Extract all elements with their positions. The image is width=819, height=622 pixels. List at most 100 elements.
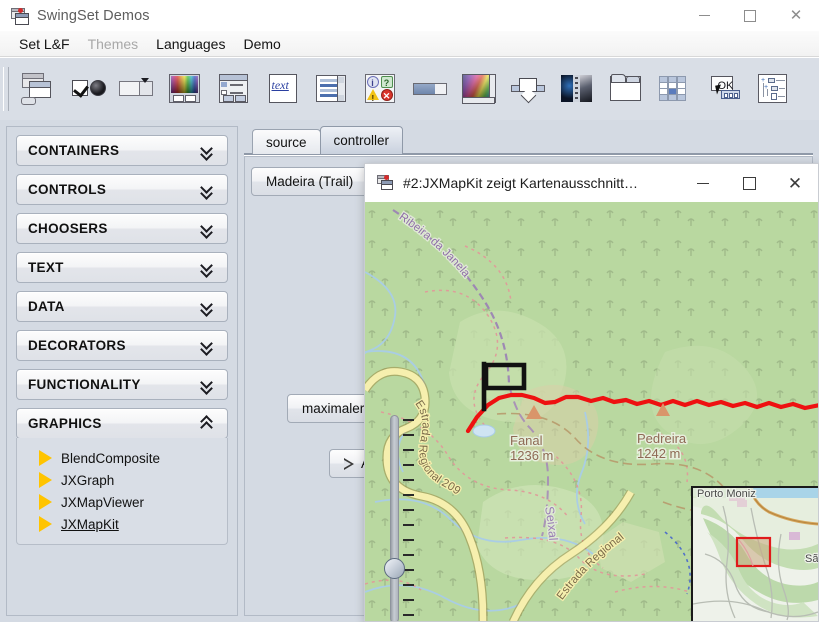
play-triangle-icon [344,457,354,470]
child-maximize-button[interactable] [726,164,772,202]
toolbar-internal-frame-button[interactable] [13,65,62,113]
slider-track[interactable] [390,415,399,621]
sidebar-section-label: FUNCTIONALITY [28,377,141,392]
demo-item-blendcomposite[interactable]: BlendComposite [17,447,227,469]
controls-icon [70,73,106,105]
toolbar-tabbed-pane-button[interactable] [601,65,650,113]
minimap-label-sa: Sã [805,553,818,565]
toolbar-controls-button[interactable] [62,65,111,113]
child-close-button[interactable]: ✕ [772,164,818,202]
table-icon [658,73,692,105]
toolbar-tooltip-button[interactable]: OK [699,65,748,113]
maximize-button[interactable] [727,0,773,31]
sidebar-section-label: GRAPHICS [28,416,102,431]
toolbar-dialog-button[interactable] [209,65,258,113]
menubar: Set L&F Themes Languages Demo [0,31,819,57]
toolbar-table-button[interactable] [650,65,699,113]
sidebar-section-choosers[interactable]: CHOOSERS [16,213,228,244]
application-window: SwingSet Demos ✕ Set L&F Themes Language… [0,0,819,622]
demo-item-label: BlendComposite [61,450,161,466]
color-chooser-icon [168,73,202,105]
sidebar-section-containers[interactable]: CONTAINERS [16,135,228,166]
child-window-controls: ✕ [680,164,818,202]
tabbed-pane-icon [609,73,643,105]
close-button[interactable]: ✕ [773,0,819,31]
slider-knob[interactable] [384,558,405,579]
toolbar-text-button[interactable]: text [258,65,307,113]
child-window-title: #2:JXMapKit zeigt Kartenausschnitt… [403,175,639,191]
split-pane-icon [510,73,545,105]
list-icon [315,73,349,105]
chevron-down-icon [201,182,216,197]
madeira-trail-button[interactable]: Madeira (Trail) [251,167,369,196]
swingset-app-icon [10,7,29,25]
menu-themes[interactable]: Themes [79,34,148,54]
toolbar-image-button[interactable] [454,65,503,113]
chevron-down-icon [201,299,216,314]
triangle-bullet-icon [39,450,52,466]
chevron-down-icon [201,377,216,392]
sidebar-section-functionality[interactable]: FUNCTIONALITY [16,369,228,400]
sidebar-section-text[interactable]: TEXT [16,252,228,283]
swingset-app-icon [376,174,394,192]
sidebar-section-graphics[interactable]: GRAPHICS BlendComposite JXGraph JXMapVie… [16,408,228,545]
demo-sidebar: CONTAINERS CONTROLS CHOOSERS TEXT DATA D… [6,126,238,616]
progressbar-icon [412,73,447,105]
map-label-fanal: Fanal [510,433,543,448]
toolbar-media-button[interactable] [552,65,601,113]
tab-controller[interactable]: controller [319,126,404,154]
sidebar-section-controls[interactable]: CONTROLS [16,174,228,205]
map-label-pedreira: Pedreira [637,431,687,446]
chevron-up-icon [201,416,216,431]
text-icon: text [266,73,300,105]
minimap-label-porto-moniz: Porto Moniz [697,488,756,500]
map-viewport[interactable]: Fanal 1236 m Pedreira 1242 m Ribeira da … [365,202,818,621]
dialog-icon [217,73,251,105]
chevron-down-icon [201,338,216,353]
sidebar-section-label: DECORATORS [28,338,126,353]
internal-frame-icon [20,73,55,105]
menu-languages[interactable]: Languages [147,34,234,54]
demo-item-jxgraph[interactable]: JXGraph [17,469,227,491]
zoom-slider[interactable] [377,415,421,621]
menu-demo[interactable]: Demo [234,34,289,54]
demo-item-label: JXMapKit [61,516,119,532]
toolbar-color-chooser-button[interactable] [160,65,209,113]
toolbar-tree-button[interactable]: + + [748,65,797,113]
demo-item-jxmapviewer[interactable]: JXMapViewer [17,491,227,513]
demo-item-jxmapkit[interactable]: JXMapKit [17,513,227,535]
tab-label: source [266,134,307,150]
toolbar-grip[interactable] [3,67,9,111]
child-titlebar: #2:JXMapKit zeigt Kartenausschnitt… ✕ [365,164,818,203]
tab-source[interactable]: source [252,129,321,154]
chevron-down-icon [201,143,216,158]
menu-set-lf[interactable]: Set L&F [10,34,79,54]
map-label-pedreira-elev: 1242 m [637,446,680,461]
minimize-button[interactable] [681,0,727,31]
combobox-icon [118,73,153,105]
toolbar-split-pane-button[interactable] [503,65,552,113]
toolbar-list-button[interactable] [307,65,356,113]
sidebar-section-decorators[interactable]: DECORATORS [16,330,228,361]
sidebar-section-data[interactable]: DATA [16,291,228,322]
toolbar-option-pane-button[interactable]: i ? ! ✕ [356,65,405,113]
minimap-viewport-rect [735,536,772,568]
triangle-bullet-icon [39,494,52,510]
minimap-overview[interactable]: Porto Moniz Sã [691,486,818,621]
tab-label: controller [333,133,390,148]
toolbar: text i ? ! ✕ OK + + [0,58,819,121]
chevron-down-icon [201,221,216,236]
child-minimize-button[interactable] [680,164,726,202]
sidebar-section-label: CONTROLS [28,182,107,197]
window-title: SwingSet Demos [37,7,150,24]
button-label: maximaler [302,401,365,416]
tooltip-icon: OK [707,73,741,105]
toolbar-combobox-button[interactable] [111,65,160,113]
tree-icon: + + [756,73,790,105]
toolbar-progressbar-button[interactable] [405,65,454,113]
sidebar-section-label: CHOOSERS [28,221,108,236]
sidebar-graphics-list: BlendComposite JXGraph JXMapViewer JXMap… [16,438,228,545]
triangle-bullet-icon [39,516,52,532]
media-icon [560,73,594,105]
triangle-bullet-icon [39,472,52,488]
